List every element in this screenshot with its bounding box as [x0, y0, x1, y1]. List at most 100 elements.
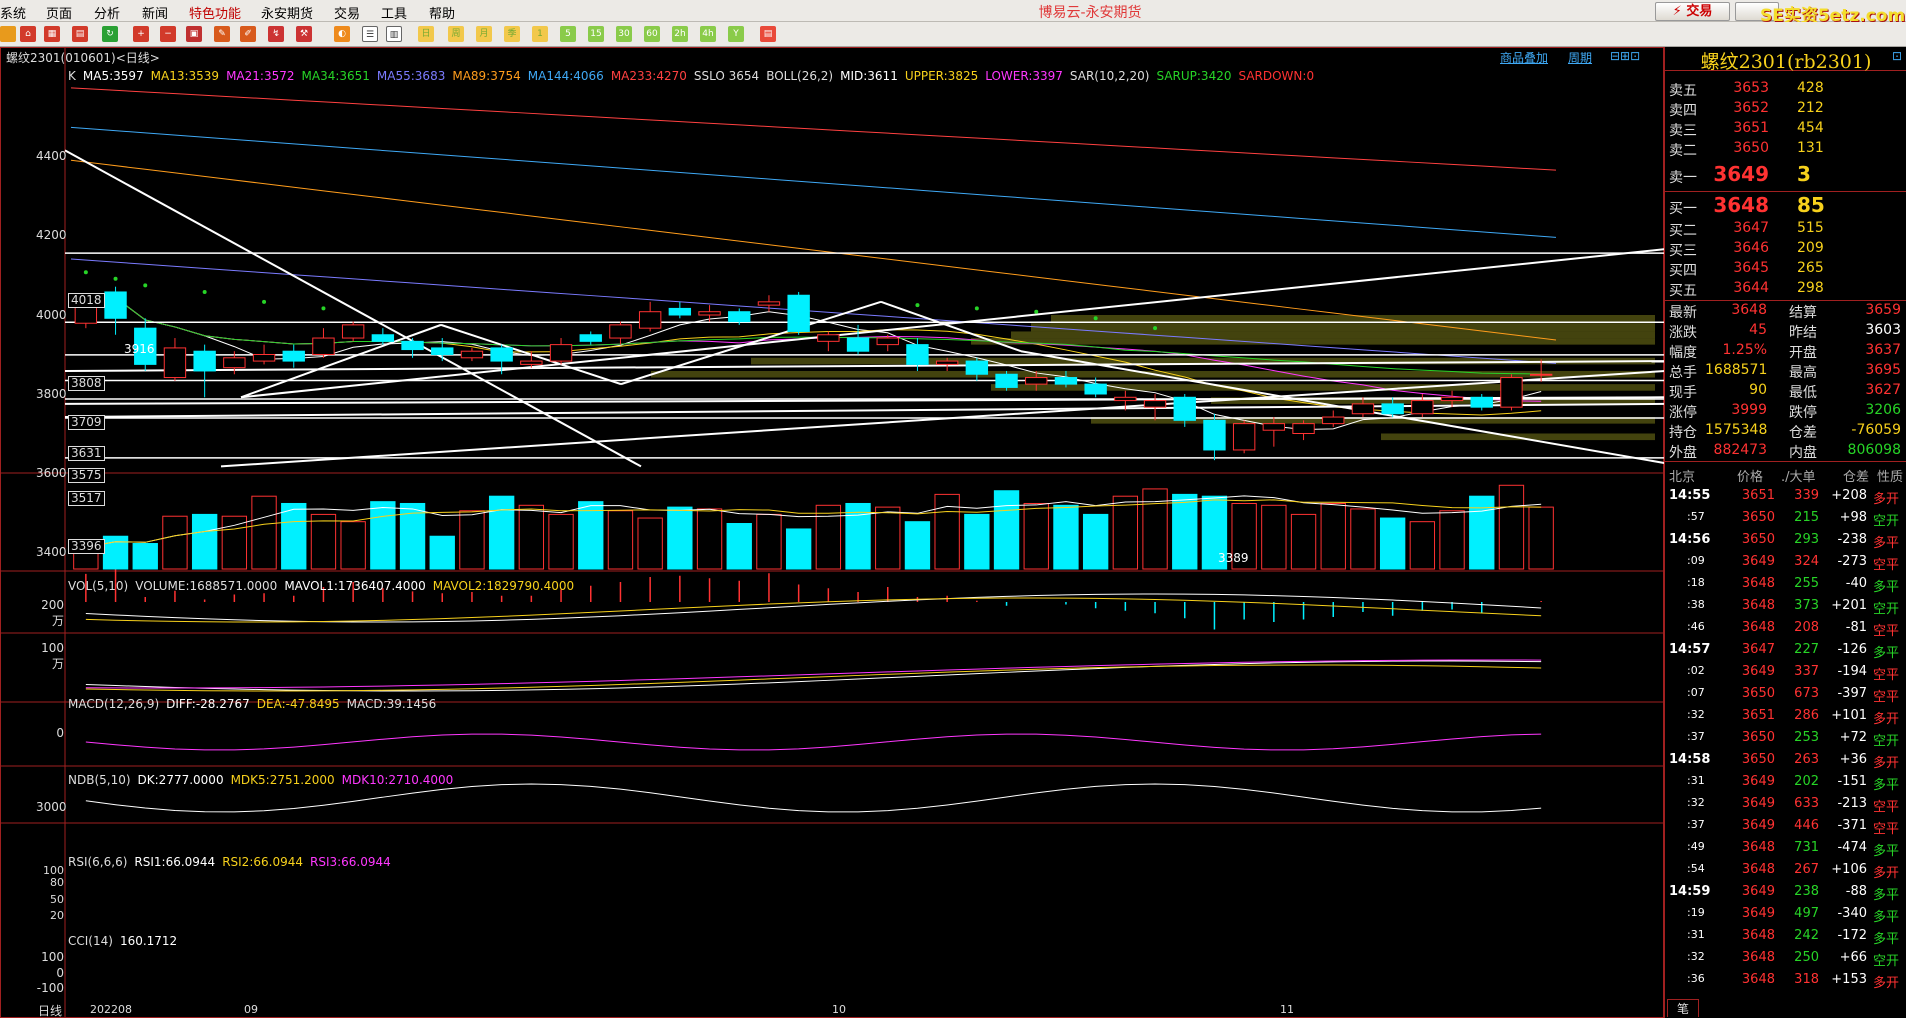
candle-body	[817, 334, 840, 342]
list-icon[interactable]: ▤	[72, 26, 88, 42]
table-icon[interactable]: ☰	[362, 26, 378, 42]
volume-bar	[756, 513, 782, 570]
candle-body	[1203, 419, 1226, 451]
bid-row-3: 买三 3646 209	[1669, 240, 1824, 259]
tick-row: :07 3650 673 -397 空平	[1687, 686, 1900, 705]
period-day-button[interactable]: 日	[418, 26, 434, 42]
zoom-out-icon[interactable]: −	[160, 26, 176, 42]
indicator-value: UPPER:3825	[904, 69, 979, 83]
candle-body	[371, 334, 395, 342]
tick-row: 14:56 3650 293 -238 多平	[1669, 532, 1900, 551]
indicator-value: RSI3:66.0944	[309, 855, 391, 869]
candle-body	[668, 307, 692, 316]
price-level-box: 3517	[68, 491, 105, 506]
candle-body	[163, 347, 187, 379]
rsi-axis-label: 20	[50, 909, 64, 922]
sar-dot	[143, 283, 148, 288]
arrow-icon[interactable]	[0, 26, 16, 42]
tick-row: :37 3650 253 +72 空开	[1687, 730, 1900, 749]
volume-bar	[370, 501, 396, 570]
window-icon[interactable]: ▣	[186, 26, 202, 42]
price-axis-label: 3600	[36, 466, 67, 480]
menu-special[interactable]: 特色功能	[189, 3, 241, 22]
kline-chart-area[interactable]	[0, 47, 1665, 1018]
date-axis-label: 10	[832, 1003, 846, 1016]
period-year-button[interactable]: Y	[728, 26, 744, 42]
pen-icon[interactable]: ✎	[214, 26, 230, 42]
menu-analysis[interactable]: 分析	[94, 3, 120, 22]
volume-bar	[726, 523, 752, 570]
overlay-link[interactable]: 商品叠加	[1500, 49, 1548, 66]
layout-icon[interactable]: ▥	[386, 26, 402, 42]
draw-icon[interactable]: ✐	[240, 26, 256, 42]
period-4h-button[interactable]: 4h	[700, 26, 716, 42]
period-label[interactable]: 日线	[38, 1002, 62, 1018]
indicator-value: DIFF:-28.2767	[166, 697, 250, 711]
period-month-button[interactable]: 月	[476, 26, 492, 42]
trade-button[interactable]: ⚡ 交易	[1655, 2, 1730, 21]
high-annotation: 3916	[124, 342, 155, 356]
volume-bar	[637, 517, 663, 570]
stats-row: 涨停 3999 跌停 3206	[1669, 402, 1901, 421]
ma233-line	[70, 87, 1557, 171]
candle-body	[490, 347, 513, 362]
menu-tools[interactable]: 工具	[381, 3, 407, 22]
menu-yongan[interactable]: 永安期货	[261, 3, 313, 22]
period-quarter-button[interactable]: 季	[504, 26, 520, 42]
candle-body	[312, 337, 335, 355]
home-icon[interactable]: ⌂	[20, 26, 36, 42]
period-30m-button[interactable]: 30	[616, 26, 632, 42]
indicator-value: DEA:-47.8495	[256, 697, 340, 711]
indicator-value: RSI(6,6,6)	[68, 855, 128, 869]
volume-bar	[191, 513, 218, 570]
link-icon[interactable]: ↯	[268, 26, 284, 42]
menu-system[interactable]: 系统	[0, 3, 26, 22]
rsi-axis-label: 80	[50, 876, 64, 889]
tab-ticks[interactable]: 笔	[1667, 999, 1699, 1017]
low-annotation: 3389	[1218, 551, 1249, 565]
sar-dot	[202, 289, 207, 294]
candle-body	[935, 360, 959, 365]
menu-page[interactable]: 页面	[46, 3, 72, 22]
price-level-box: 3396	[68, 539, 105, 554]
period-link[interactable]: 周期	[1568, 49, 1592, 66]
stats-row: 最新 3648 结算 3659	[1669, 302, 1901, 321]
tools-icon[interactable]: ⚒	[296, 26, 312, 42]
sar-dot	[1093, 316, 1098, 321]
period-5m-button[interactable]: 5	[560, 26, 576, 42]
volume-bar	[488, 495, 515, 570]
bid-row-4: 买四 3645 265	[1669, 260, 1824, 279]
shortcut-icon[interactable]: ◐	[334, 26, 350, 42]
volume-bar	[875, 506, 901, 570]
menu-trade[interactable]: 交易	[334, 3, 360, 22]
period-15m-button[interactable]: 15	[588, 26, 604, 42]
date-axis-label: 202208	[90, 1003, 132, 1016]
refresh-icon[interactable]: ↻	[102, 26, 118, 42]
period-week-button[interactable]: 周	[448, 26, 464, 42]
volume-bar	[993, 490, 1020, 570]
calendar-icon[interactable]: ▤	[760, 26, 776, 42]
kline-chart[interactable]	[1, 48, 1665, 1018]
menu-help[interactable]: 帮助	[429, 3, 455, 22]
indicator-value: MACD:39.1456	[346, 697, 437, 711]
period-1m-button[interactable]: 1	[532, 26, 548, 42]
indicator-value: VOLUME:1688571.0000	[135, 579, 278, 593]
zoom-in-icon[interactable]: +	[133, 26, 149, 42]
indicator-value: MA5:3597	[82, 69, 144, 83]
candle-body	[1322, 416, 1345, 425]
menu-news[interactable]: 新闻	[142, 3, 168, 22]
period-60m-button[interactable]: 60	[644, 26, 660, 42]
tick-row: :36 3648 318 +153 多开	[1687, 972, 1900, 991]
maximize-icon[interactable]: ⊡	[1892, 49, 1902, 63]
window-controls-icon[interactable]: ⊟⊞⊡	[1610, 49, 1640, 63]
volume-profile-bar	[1011, 331, 1655, 339]
grid-icon[interactable]: ▦	[44, 26, 60, 42]
ma-legend: K MA5:3597 MA13:3539 MA21:3572 MA34:3651 MA55…	[68, 69, 1321, 83]
cci-axis-label: -100	[36, 981, 64, 995]
cci-axis-label: 100	[41, 950, 64, 964]
volume-bar	[1023, 502, 1049, 570]
candle-body	[1351, 403, 1375, 415]
tick-row: :19 3649 497 -340 多平	[1687, 906, 1900, 925]
indicator-value: MA144:4066	[527, 69, 604, 83]
period-2h-button[interactable]: 2h	[672, 26, 688, 42]
